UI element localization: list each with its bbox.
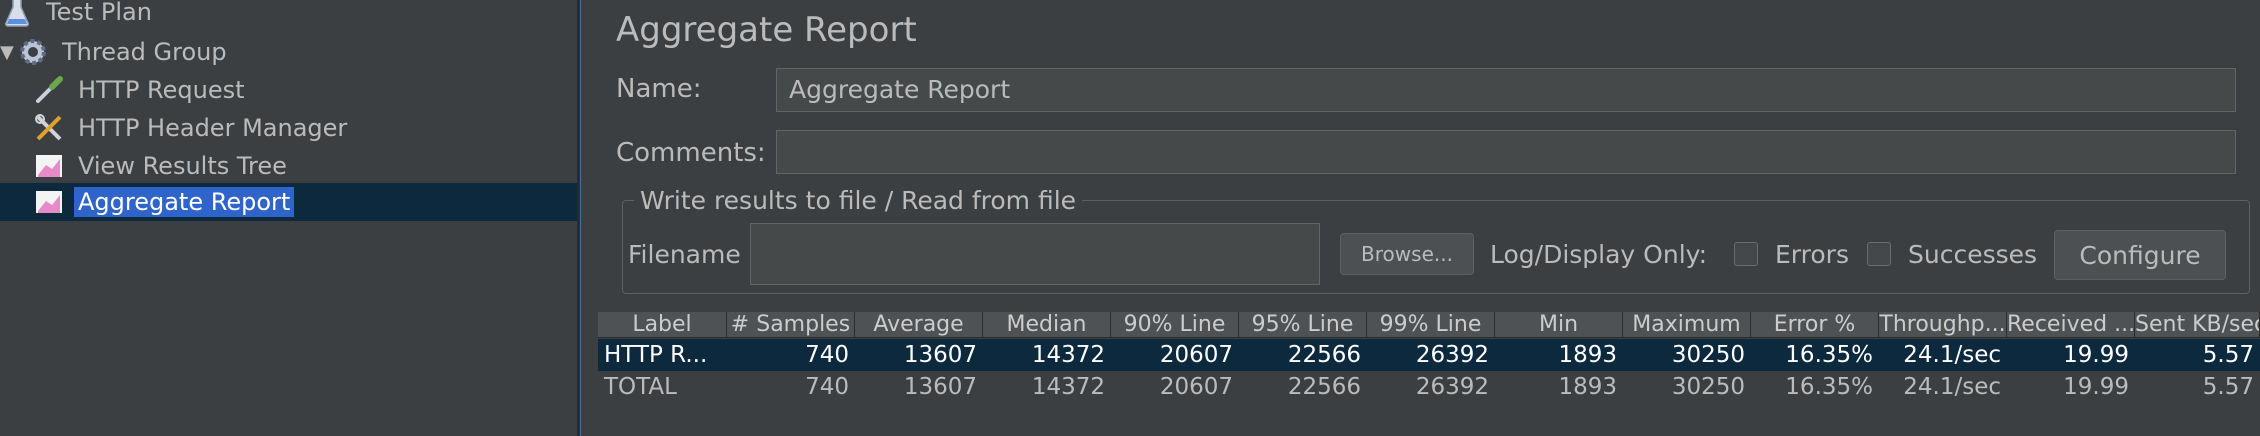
table-cell: 14372	[1031, 374, 1105, 400]
table-cell: 16.35%	[1785, 342, 1873, 368]
table-cell: TOTAL	[604, 374, 677, 400]
table-row[interactable]: HTTP R... 740 13607 14372 20607 22566 26…	[598, 339, 2260, 371]
tree-item-view-results-tree[interactable]: View Results Tree	[34, 148, 291, 184]
table-cell: 13607	[903, 374, 977, 400]
tree-item-label: HTTP Request	[78, 76, 245, 104]
column-header[interactable]: Average	[855, 312, 983, 338]
log-display-label: Log/Display Only:	[1490, 240, 1708, 269]
page-title: Aggregate Report	[616, 10, 917, 50]
errors-label: Errors	[1775, 240, 1849, 269]
table-cell: 14372	[1031, 342, 1105, 368]
tree-item-thread-group[interactable]: Thread Group	[18, 34, 231, 70]
table-cell: 740	[805, 342, 849, 368]
table-cell: 1893	[1558, 342, 1617, 368]
column-header[interactable]: Received ...	[2007, 312, 2135, 338]
errors-checkbox[interactable]	[1734, 242, 1758, 266]
tree-item-http-request[interactable]: HTTP Request	[34, 72, 249, 108]
table-cell: 19.99	[2063, 374, 2129, 400]
aggregate-table[interactable]: Label # Samples Average Median 90% Line …	[598, 312, 2260, 436]
test-plan-tree[interactable]: Test Plan ▼ Thread Group HTTP Request HT…	[0, 0, 577, 436]
splitter[interactable]	[577, 0, 581, 436]
filename-field[interactable]	[750, 223, 1320, 285]
flask-icon	[2, 0, 32, 27]
column-header[interactable]: Median	[983, 312, 1111, 338]
tree-item-label: Test Plan	[46, 0, 152, 26]
comments-field[interactable]	[776, 130, 2236, 174]
table-cell: 22566	[1287, 342, 1361, 368]
table-cell: 26392	[1415, 342, 1489, 368]
graph-icon	[34, 187, 64, 217]
column-header[interactable]: Sent KB/sec	[2135, 312, 2260, 338]
tree-item-test-plan[interactable]: Test Plan	[2, 0, 156, 30]
column-header[interactable]: # Samples	[727, 312, 855, 338]
aggregate-report-panel: Aggregate Report Name: Aggregate Report …	[582, 0, 2260, 436]
tree-item-aggregate-report[interactable]: Aggregate Report	[34, 184, 295, 220]
tree-item-http-header-manager[interactable]: HTTP Header Manager	[34, 110, 351, 146]
table-cell: 16.35%	[1785, 374, 1873, 400]
tree-item-label: Thread Group	[62, 38, 227, 66]
gear-icon	[18, 37, 48, 67]
name-label: Name:	[616, 74, 702, 104]
table-cell: 22566	[1287, 374, 1361, 400]
pipette-icon	[34, 75, 64, 105]
table-cell: 20607	[1159, 342, 1233, 368]
column-header[interactable]: Maximum	[1623, 312, 1751, 338]
table-cell: 19.99	[2063, 342, 2129, 368]
successes-checkbox[interactable]	[1867, 242, 1891, 266]
table-cell: 30250	[1671, 374, 1745, 400]
column-header[interactable]: Throughp...	[1879, 312, 2007, 338]
browse-button[interactable]: Browse...	[1340, 233, 1474, 275]
tree-item-label: Aggregate Report	[74, 187, 295, 217]
table-row[interactable]: TOTAL 740 13607 14372 20607 22566 26392 …	[598, 371, 2260, 403]
expand-triangle-icon[interactable]: ▼	[0, 42, 14, 63]
table-cell: HTTP R...	[604, 342, 708, 368]
column-header[interactable]: Min	[1495, 312, 1623, 338]
column-header[interactable]: Label	[598, 312, 727, 338]
table-cell: 13607	[903, 342, 977, 368]
successes-label: Successes	[1908, 240, 2038, 269]
comments-label: Comments:	[616, 138, 766, 168]
table-cell: 1893	[1558, 374, 1617, 400]
filename-label: Filename	[628, 240, 741, 269]
table-cell: 24.1/sec	[1903, 374, 2001, 400]
table-cell: 5.57	[2202, 342, 2254, 368]
table-header: Label # Samples Average Median 90% Line …	[598, 312, 2260, 338]
tools-icon	[34, 113, 64, 143]
table-cell: 5.57	[2202, 374, 2254, 400]
name-field[interactable]: Aggregate Report	[776, 68, 2236, 112]
graph-icon	[34, 151, 64, 181]
table-cell: 26392	[1415, 374, 1489, 400]
table-cell: 24.1/sec	[1903, 342, 2001, 368]
table-cell: 740	[805, 374, 849, 400]
configure-button[interactable]: Configure	[2054, 230, 2226, 280]
table-cell: 30250	[1671, 342, 1745, 368]
column-header[interactable]: 90% Line	[1111, 312, 1239, 338]
tree-item-label: View Results Tree	[78, 152, 287, 180]
column-header[interactable]: Error %	[1751, 312, 1879, 338]
column-header[interactable]: 95% Line	[1239, 312, 1367, 338]
tree-item-label: HTTP Header Manager	[78, 114, 348, 142]
file-section-title: Write results to file / Read from file	[634, 186, 1083, 215]
table-cell: 20607	[1159, 374, 1233, 400]
column-header[interactable]: 99% Line	[1367, 312, 1495, 338]
